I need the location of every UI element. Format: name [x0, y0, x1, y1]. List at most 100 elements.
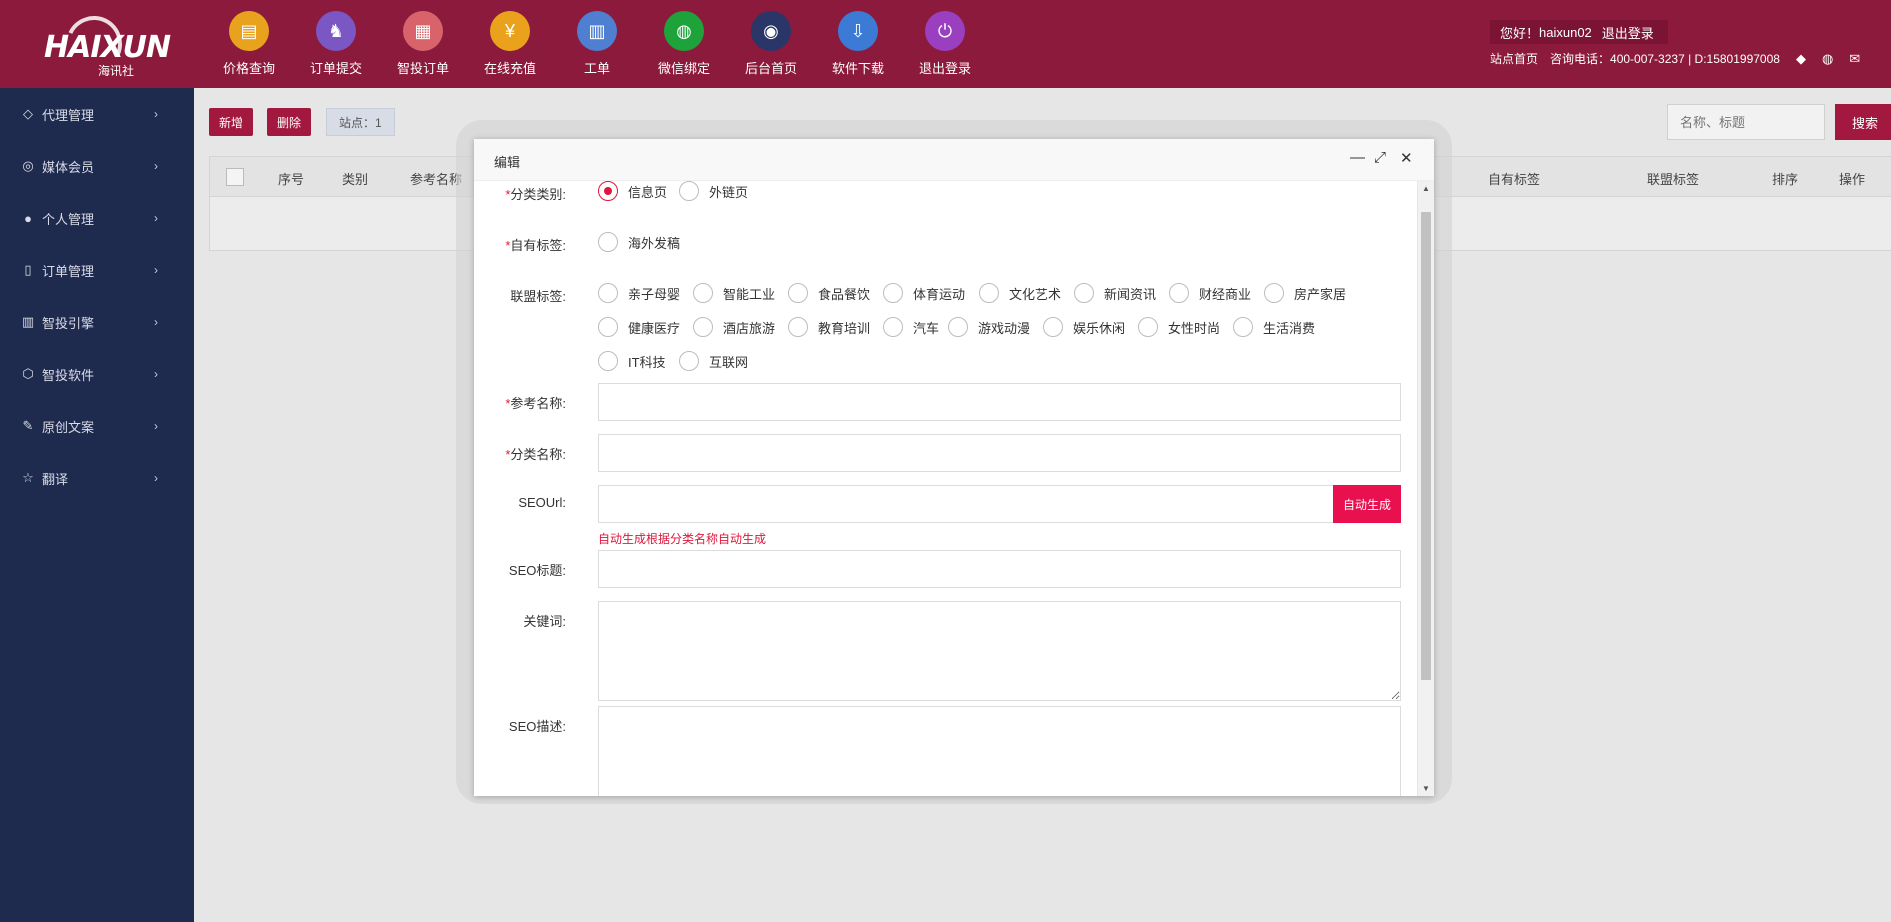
radio-alliance-tag[interactable]: 新闻资讯 [1074, 283, 1156, 303]
sidebar-item-4[interactable]: ▥ 智投引擎 › [0, 296, 194, 348]
site-count-chip: 站点：1 [326, 108, 395, 136]
radio-alliance-tag[interactable]: 互联网 [679, 351, 748, 371]
nav-label: 退出登录 [918, 61, 971, 76]
star-icon: ☆ [22, 470, 34, 485]
radio-external-page[interactable]: 外链页 [679, 181, 748, 201]
radio-alliance-tag[interactable]: IT科技 [598, 351, 666, 371]
nav-item-4[interactable]: ▥ 工单 [553, 0, 641, 88]
radio-overseas-publish[interactable]: 海外发稿 [598, 232, 680, 252]
delete-button[interactable]: 删除 [267, 108, 312, 136]
seo-title-label: SEO标题: [508, 563, 566, 578]
keywords-textarea[interactable] [598, 601, 1401, 701]
diamond-icon: ◇ [23, 106, 33, 121]
radio-alliance-tag[interactable]: 教育培训 [788, 317, 870, 337]
radio-alliance-tag[interactable]: 体育运动 [883, 283, 965, 303]
sidebar-item-6[interactable]: ✎ 原创文案 › [0, 400, 194, 452]
nav-label: 价格查询 [222, 61, 275, 76]
hotline: 咨询电话：400-007-3237 | D:15801997008 [1550, 52, 1780, 66]
close-icon[interactable]: ✕ [1400, 149, 1413, 167]
radio-alliance-tag[interactable]: 娱乐休闲 [1043, 317, 1125, 337]
sidebar-item-1[interactable]: ◎ 媒体会员 › [0, 140, 194, 192]
radio-alliance-tag[interactable]: 食品餐饮 [788, 283, 870, 303]
radio-alliance-tag[interactable]: 汽车 [883, 317, 939, 337]
nav-item-8[interactable]: ⏻ 退出登录 [901, 0, 989, 88]
document-icon: ▯ [24, 262, 32, 277]
wechat-small-icon[interactable]: ◍ [1822, 51, 1833, 67]
select-all-checkbox[interactable] [226, 168, 244, 186]
radio-circle [1169, 283, 1189, 303]
radio-alliance-tag[interactable]: 文化艺术 [979, 283, 1061, 303]
logo-brand: HAIXUN [44, 30, 171, 65]
seo-url-label: SEOUrl: [518, 495, 566, 510]
sidebar-item-7[interactable]: ☆ 翻译 › [0, 452, 194, 504]
radio-alliance-tag[interactable]: 财经商业 [1169, 283, 1251, 303]
modal-scrollbar[interactable]: ▲ ▼ [1417, 181, 1434, 796]
radio-alliance-tag[interactable]: 游戏动漫 [948, 317, 1030, 337]
header-logout-link[interactable]: 退出登录 [1602, 23, 1654, 42]
auto-generate-button[interactable]: 自动生成 [1333, 485, 1401, 523]
nav-label: 订单提交 [309, 61, 362, 76]
nav-item-6[interactable]: ◉ 后台首页 [727, 0, 815, 88]
username: haixun02 [1539, 24, 1592, 40]
radio-circle [598, 181, 618, 201]
scroll-thumb[interactable] [1421, 212, 1431, 680]
scroll-down-icon[interactable]: ▼ [1422, 784, 1430, 793]
user-box: 您好！ haixun02 退出登录 [1490, 20, 1668, 44]
radio-alliance-tag[interactable]: 女性时尚 [1138, 317, 1220, 337]
col-sort: 排序 [1772, 172, 1799, 187]
radio-alliance-tag[interactable]: 生活消费 [1233, 317, 1315, 337]
radio-alliance-tag[interactable]: 健康医疗 [598, 317, 680, 337]
own-tags-label: *自有标签: [505, 238, 566, 253]
maximize-icon[interactable]: ⤢ [1374, 149, 1386, 166]
radio-circle [1264, 283, 1284, 303]
seo-url-input[interactable] [598, 485, 1334, 523]
radio-circle [788, 283, 808, 303]
qq-icon[interactable]: ◆ [1796, 51, 1806, 67]
minimize-icon[interactable]: — [1350, 149, 1365, 166]
nav-item-2[interactable]: ▦ 智投订单 [379, 0, 467, 88]
sidebar-item-0[interactable]: ◇ 代理管理 › [0, 88, 194, 140]
chevron-right-icon: › [154, 107, 158, 121]
radio-circle [788, 317, 808, 337]
sidebar-item-3[interactable]: ▯ 订单管理 › [0, 244, 194, 296]
home-logo-icon: ◉ [751, 11, 791, 51]
radio-alliance-tag[interactable]: 酒店旅游 [693, 317, 775, 337]
radio-alliance-tag[interactable]: 亲子母婴 [598, 283, 680, 303]
sidebar: ◇ 代理管理 › ◎ 媒体会员 › ● 个人管理 › ▯ 订单管理 › ▥ 智投引擎 › ⬡ 智投软件 › ✎ 原创文… [0, 88, 194, 922]
add-button[interactable]: 新增 [209, 108, 254, 136]
nav-item-7[interactable]: ⇩ 软件下载 [814, 0, 902, 88]
radio-info-page[interactable]: 信息页 [598, 181, 667, 201]
nav-item-1[interactable]: ♞ 订单提交 [292, 0, 380, 88]
nav-item-3[interactable]: ¥ 在线充值 [466, 0, 554, 88]
chevron-right-icon: › [154, 263, 158, 277]
sidebar-item-label: 翻译 [42, 471, 69, 487]
sidebar-item-label: 订单管理 [42, 263, 95, 279]
bars-icon: ▥ [21, 314, 35, 329]
search-input[interactable] [1667, 104, 1825, 140]
globe-icon: ◎ [22, 158, 34, 173]
chevron-right-icon: › [154, 315, 158, 329]
seo-url-hint: 自动生成根据分类名称自动生成 [598, 532, 767, 546]
sidebar-item-5[interactable]: ⬡ 智投软件 › [0, 348, 194, 400]
scroll-up-icon[interactable]: ▲ [1422, 184, 1430, 193]
seo-desc-textarea[interactable] [598, 706, 1401, 796]
haixun-logo[interactable]: HAIXUN 海讯社 [40, 8, 171, 80]
search-button[interactable]: 搜索 [1835, 104, 1891, 140]
sidebar-item-2[interactable]: ● 个人管理 › [0, 192, 194, 244]
mail-icon[interactable]: ✉ [1849, 51, 1860, 67]
col-ref-name: 参考名称 [410, 172, 463, 187]
site-home-link[interactable]: 站点首页 [1490, 50, 1538, 67]
radio-alliance-tag[interactable]: 房产家居 [1264, 283, 1346, 303]
cat-name-input[interactable] [598, 434, 1401, 472]
radio-alliance-tag[interactable]: 智能工业 [693, 283, 775, 303]
nav-item-5[interactable]: ◍ 微信绑定 [640, 0, 728, 88]
nav-item-0[interactable]: ▤ 价格查询 [205, 0, 293, 88]
ref-name-input[interactable] [598, 383, 1401, 421]
sidebar-item-label: 原创文案 [42, 419, 95, 435]
seo-title-input[interactable] [598, 550, 1401, 588]
radio-circle [598, 283, 618, 303]
col-alliance-tags: 联盟标签 [1647, 172, 1700, 187]
chevron-right-icon: › [154, 367, 158, 381]
col-category: 类别 [342, 172, 369, 187]
chevron-right-icon: › [154, 419, 158, 433]
